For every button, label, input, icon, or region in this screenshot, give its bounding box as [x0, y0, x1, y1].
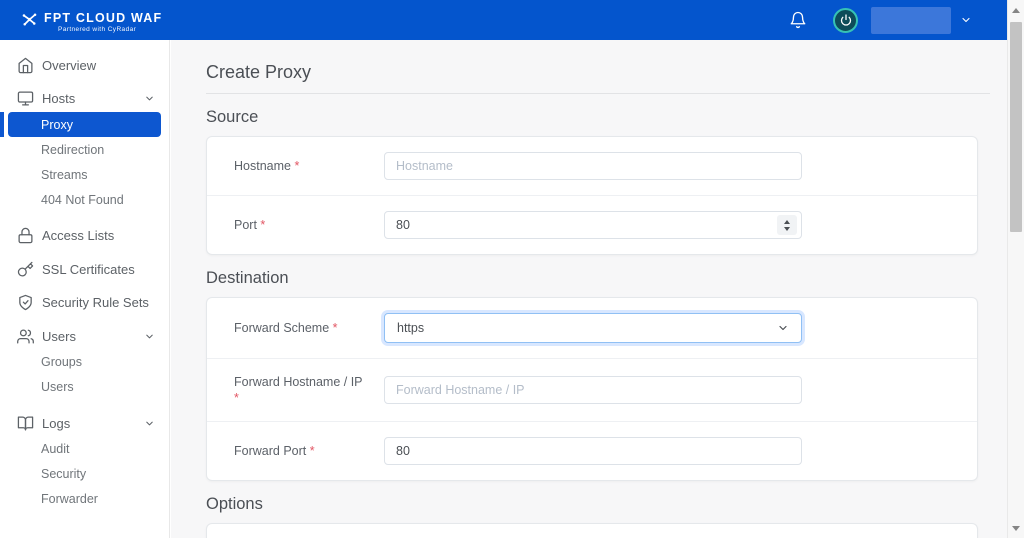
title-divider: [206, 93, 990, 94]
sidebar-item-label: Overview: [42, 58, 96, 73]
sidebar-item-users-sub[interactable]: Users: [0, 375, 169, 400]
source-card: Hostname * Port *: [206, 136, 978, 255]
logout-power-icon[interactable]: [833, 8, 858, 33]
stepper-up-icon[interactable]: [784, 220, 790, 224]
form-row-hostname: Hostname *: [207, 137, 977, 196]
sidebar-item-label: Hosts: [42, 91, 75, 106]
sidebar-item-forwarder[interactable]: Forwarder: [0, 487, 169, 512]
user-menu[interactable]: [871, 7, 951, 34]
form-row-forward-scheme: Forward Scheme * https: [207, 298, 977, 359]
destination-card: Forward Scheme * https Forward Hostname …: [206, 297, 978, 481]
sidebar-item-hosts[interactable]: Hosts: [0, 85, 169, 112]
port-number-stepper[interactable]: [777, 215, 797, 235]
sidebar-item-security[interactable]: Security: [0, 462, 169, 487]
brand-subtitle: Partnered with CyRadar: [44, 26, 162, 34]
sidebar-item-users[interactable]: Users: [0, 323, 169, 350]
sidebar-item-overview[interactable]: Overview: [0, 52, 169, 79]
sidebar-item-label: Users: [42, 329, 76, 344]
sidebar-item-redirection[interactable]: Redirection: [0, 137, 169, 162]
section-heading-destination: Destination: [206, 268, 990, 288]
monitor-icon: [17, 90, 34, 107]
lock-icon: [17, 227, 34, 244]
section-heading-options: Options: [206, 494, 990, 514]
logs-submenu: Audit Security Forwarder: [0, 437, 169, 512]
forward-scheme-value: https: [397, 321, 424, 335]
forward-hostname-input[interactable]: [384, 376, 802, 404]
user-menu-chevron-icon[interactable]: [960, 14, 972, 26]
scrollbar-up-icon[interactable]: [1008, 2, 1024, 18]
form-row-cache-assets: Cache assets: [207, 524, 977, 538]
sidebar-item-ssl-certificates[interactable]: SSL Certificates: [0, 256, 169, 283]
shield-check-icon: [17, 294, 34, 311]
forward-hostname-label: Forward Hostname / IP *: [234, 374, 384, 406]
users-submenu: Groups Users: [0, 350, 169, 400]
brand: FPT CLOUD WAF Partnered with CyRadar: [20, 6, 162, 34]
chevron-down-icon: [144, 93, 155, 104]
sidebar-item-label: SSL Certificates: [42, 262, 135, 277]
sidebar-item-label: Access Lists: [42, 228, 114, 243]
form-row-forward-port: Forward Port *: [207, 422, 977, 480]
brand-title: FPT CLOUD WAF: [44, 11, 162, 26]
key-icon: [17, 261, 34, 278]
forward-scheme-select[interactable]: https: [384, 313, 802, 343]
sidebar-item-groups[interactable]: Groups: [0, 350, 169, 375]
hostname-input[interactable]: [384, 152, 802, 180]
port-label: Port *: [234, 217, 384, 233]
section-heading-source: Source: [206, 107, 990, 127]
sidebar-item-proxy[interactable]: Proxy: [8, 112, 161, 137]
page-title: Create Proxy: [206, 61, 990, 83]
main-content: Create Proxy Source Hostname * Port *: [171, 40, 1007, 538]
scrollbar-down-icon[interactable]: [1008, 520, 1024, 536]
chevron-down-icon: [144, 331, 155, 342]
sidebar-item-404-not-found[interactable]: 404 Not Found: [0, 187, 169, 212]
users-icon: [17, 328, 34, 345]
hosts-submenu: Proxy Redirection Streams 404 Not Found: [0, 112, 169, 212]
app-window: FPT CLOUD WAF Partnered with CyRadar: [0, 0, 1024, 538]
notifications-bell-icon[interactable]: [789, 11, 807, 29]
chevron-down-icon: [144, 418, 155, 429]
required-marker: *: [234, 390, 372, 406]
required-marker: *: [310, 444, 315, 458]
stepper-down-icon[interactable]: [784, 227, 790, 231]
forward-scheme-label: Forward Scheme *: [234, 320, 384, 336]
sidebar: Overview Hosts Proxy Redirection Streams…: [0, 40, 170, 538]
sidebar-item-logs[interactable]: Logs: [0, 410, 169, 437]
book-icon: [17, 415, 34, 432]
chevron-down-icon: [777, 322, 789, 334]
sidebar-item-audit[interactable]: Audit: [0, 437, 169, 462]
port-input[interactable]: [384, 211, 802, 239]
sidebar-item-access-lists[interactable]: Access Lists: [0, 222, 169, 249]
required-marker: *: [294, 159, 299, 173]
forward-port-label: Forward Port *: [234, 443, 384, 459]
required-marker: *: [260, 218, 265, 232]
active-indicator-bar: [0, 112, 4, 137]
page-scrollbar[interactable]: [1007, 0, 1024, 538]
form-row-forward-hostname: Forward Hostname / IP *: [207, 359, 977, 422]
sidebar-item-streams[interactable]: Streams: [0, 162, 169, 187]
options-card: Cache assets: [206, 523, 978, 538]
form-row-port: Port *: [207, 196, 977, 254]
forward-port-input[interactable]: [384, 437, 802, 465]
sidebar-item-security-rule-sets[interactable]: Security Rule Sets: [0, 289, 169, 316]
sidebar-item-label: Logs: [42, 416, 70, 431]
sidebar-item-label: Security Rule Sets: [42, 295, 149, 310]
brand-logo-icon: [20, 10, 39, 29]
scrollbar-thumb[interactable]: [1010, 22, 1022, 232]
top-header: FPT CLOUD WAF Partnered with CyRadar: [0, 0, 1024, 40]
home-icon: [17, 57, 34, 74]
required-marker: *: [333, 321, 338, 335]
hostname-label: Hostname *: [234, 158, 384, 174]
